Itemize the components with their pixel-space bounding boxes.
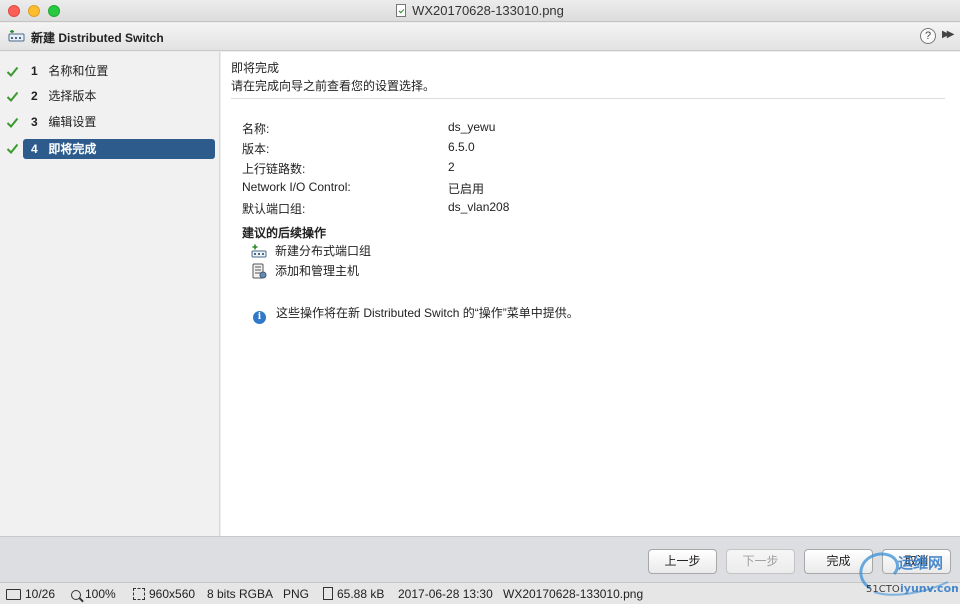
status-page-count: 10/26 bbox=[6, 587, 55, 601]
wizard-content: 即将完成 请在完成向导之前查看您的设置选择。 名称: ds_yewu 版本: 6… bbox=[221, 52, 960, 536]
check-icon bbox=[6, 66, 19, 77]
document-icon bbox=[323, 587, 333, 600]
divider bbox=[231, 98, 945, 99]
step-select-version[interactable]: 2 选择版本 bbox=[23, 86, 215, 106]
setting-value-uplinks: 2 bbox=[448, 160, 455, 174]
dimensions-icon bbox=[133, 588, 145, 600]
status-size: 65.88 kB bbox=[323, 587, 384, 601]
watermark-domain: iyunv.com bbox=[900, 582, 958, 595]
setting-label-port-group: 默认端口组: bbox=[242, 202, 306, 216]
setting-label-name: 名称: bbox=[242, 122, 270, 136]
check-icon bbox=[6, 117, 19, 128]
status-format: PNG bbox=[283, 587, 310, 601]
next-actions-title: 建议的后续操作 bbox=[242, 226, 327, 240]
help-icon[interactable]: ? bbox=[920, 28, 936, 44]
new-port-group-icon bbox=[251, 244, 267, 258]
manage-hosts-icon bbox=[252, 263, 267, 279]
watermark-logo: 运维网 51CTO iyunv.com bbox=[852, 548, 960, 598]
status-filename: WX20170628-133010.png bbox=[503, 587, 644, 601]
wizard-title: 新建 Distributed Switch bbox=[31, 31, 164, 45]
step-ready-to-complete[interactable]: 4 即将完成 bbox=[23, 139, 215, 159]
wizard-header: 新建 Distributed Switch ? ▶▶ bbox=[0, 23, 960, 51]
check-icon bbox=[6, 143, 19, 154]
setting-value-port-group: ds_vlan208 bbox=[448, 200, 510, 214]
action-new-port-group[interactable]: 新建分布式端口组 bbox=[251, 242, 371, 260]
watermark-text: 运维网 bbox=[898, 554, 943, 572]
status-color-depth: 8 bits RGBA bbox=[207, 587, 274, 601]
info-icon: i bbox=[253, 311, 266, 324]
page-title: 即将完成 bbox=[231, 61, 280, 75]
status-dimensions: 960x560 bbox=[133, 587, 195, 601]
setting-label-version: 版本: bbox=[242, 142, 270, 156]
window-title: WX20170628-133010.png bbox=[0, 3, 960, 18]
setting-value-name: ds_yewu bbox=[448, 120, 496, 134]
expand-icon[interactable]: ▶▶ bbox=[942, 29, 955, 40]
watermark-sub: 51CTO bbox=[866, 584, 900, 595]
wizard-steps-sidebar: 1 名称和位置 2 选择版本 3 编辑设置 4 即将完成 bbox=[0, 52, 220, 536]
back-button[interactable]: 上一步 bbox=[648, 549, 717, 574]
image-file-icon bbox=[396, 4, 407, 17]
folder-icon bbox=[6, 589, 21, 600]
distributed-switch-icon bbox=[8, 30, 25, 42]
setting-label-uplinks: 上行链路数: bbox=[242, 162, 306, 176]
status-date: 2017-06-28 13:30 bbox=[398, 587, 493, 601]
setting-value-nioc: 已启用 bbox=[448, 182, 485, 196]
step-edit-settings[interactable]: 3 编辑设置 bbox=[23, 112, 215, 132]
window-title-text: WX20170628-133010.png bbox=[412, 3, 564, 18]
next-button[interactable]: 下一步 bbox=[726, 549, 795, 574]
window-title-bar: WX20170628-133010.png bbox=[0, 0, 960, 22]
setting-label-nioc: Network I/O Control: bbox=[242, 180, 351, 194]
step-name-location[interactable]: 1 名称和位置 bbox=[23, 61, 215, 81]
action-manage-hosts[interactable]: 添加和管理主机 bbox=[251, 262, 359, 280]
page-subtitle: 请在完成向导之前查看您的设置选择。 bbox=[231, 79, 436, 93]
preview-status-bar: 10/26 100% 960x560 8 bits RGBA PNG 65.88… bbox=[0, 582, 960, 604]
setting-value-version: 6.5.0 bbox=[448, 140, 475, 154]
watermark-swirl: 运维网 51CTO iyunv.com bbox=[859, 552, 960, 596]
info-message: i 这些操作将在新 Distributed Switch 的“操作”菜单中提供。 bbox=[253, 304, 579, 324]
magnifier-icon bbox=[71, 590, 81, 600]
wizard-footer: 上一步 下一步 完成 取消 bbox=[0, 536, 960, 582]
check-icon bbox=[6, 91, 19, 102]
status-zoom: 100% bbox=[71, 587, 116, 601]
